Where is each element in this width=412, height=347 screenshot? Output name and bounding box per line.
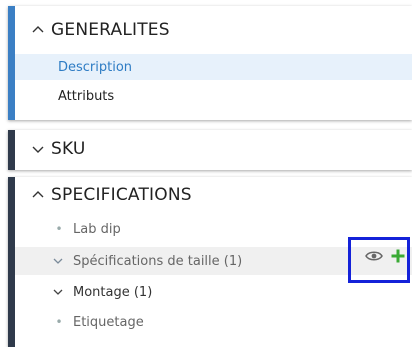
section-sku: SKU: [8, 130, 412, 170]
nav-item-description[interactable]: Description: [15, 54, 412, 80]
bullet-icon: •: [55, 222, 63, 236]
section-header-sku[interactable]: SKU: [31, 139, 86, 159]
spec-item-label: Etiquetage: [73, 314, 144, 330]
spec-item-label: Spécifications de taille (1): [73, 253, 243, 269]
chevron-up-icon: [31, 188, 45, 202]
bullet-icon: •: [55, 315, 63, 329]
nav-item-attributs[interactable]: Attributs: [15, 83, 412, 109]
nav-item-label: Description: [58, 59, 133, 75]
section-header-generalites[interactable]: GENERALITES: [31, 20, 170, 40]
chevron-down-icon: [51, 254, 67, 268]
chevron-up-icon: [31, 23, 45, 37]
chevron-down-icon: [51, 285, 67, 299]
section-title: GENERALITES: [51, 20, 170, 40]
spec-item-label: Lab dip: [73, 221, 121, 237]
section-accent-bar: [8, 6, 15, 120]
row-actions-highlight: [348, 237, 410, 283]
section-accent-bar: [8, 177, 15, 347]
section-accent-bar: [8, 130, 15, 170]
section-header-specifications[interactable]: SPECIFICATIONS: [31, 185, 192, 205]
nav-item-label: Attributs: [58, 88, 115, 104]
spec-item-etiquetage[interactable]: • Etiquetage: [15, 308, 412, 336]
spec-item-label: Montage (1): [73, 284, 153, 300]
section-title: SPECIFICATIONS: [51, 185, 192, 205]
section-title: SKU: [51, 139, 86, 159]
plus-icon[interactable]: [391, 248, 405, 267]
section-generalites: GENERALITES Description Attributs: [8, 6, 412, 120]
eye-icon[interactable]: [365, 248, 383, 267]
chevron-down-icon: [31, 142, 45, 156]
